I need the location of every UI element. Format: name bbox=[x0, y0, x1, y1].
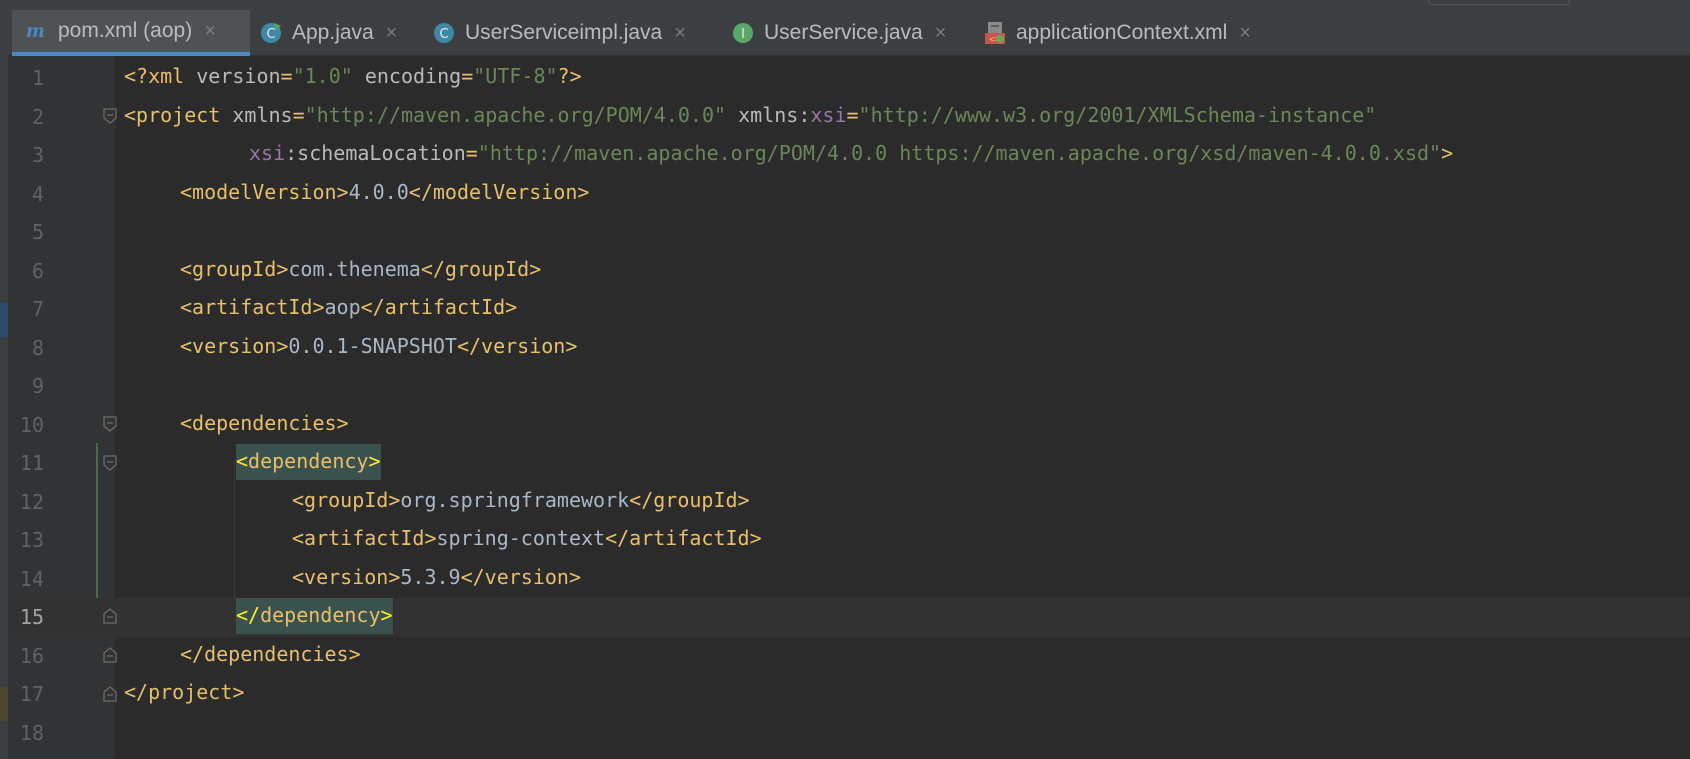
line-content: </project> bbox=[124, 680, 245, 704]
code-line: 7 <artifactId>aop</artifactId> bbox=[8, 290, 1690, 329]
tab-userservice-java[interactable]: I UserService.java × bbox=[732, 10, 972, 56]
tab-label: UserServiceimpl.java bbox=[465, 21, 663, 44]
line-number: 12 bbox=[19, 489, 44, 514]
line-content: <groupId>com.thenema</groupId> bbox=[180, 256, 542, 281]
line-content: <dependencies> bbox=[180, 410, 349, 435]
tab-app-java[interactable]: C App.java × bbox=[260, 10, 418, 56]
code-line: 10 <dependencies> bbox=[8, 406, 1690, 445]
line-number: 7 bbox=[31, 297, 44, 321]
line-number: 4 bbox=[31, 181, 44, 206]
spring-xml-icon: <> bbox=[984, 22, 1006, 45]
current-code-line: 15 </dependency> bbox=[8, 598, 1690, 637]
code-line: 12 <groupId>org.springframework</groupId… bbox=[8, 483, 1690, 522]
line-number: 10 bbox=[19, 412, 44, 437]
code-line: 9 bbox=[8, 367, 1690, 406]
java-class-icon: C bbox=[433, 22, 455, 44]
line-number: 9 bbox=[31, 374, 44, 398]
line-number: 3 bbox=[31, 143, 44, 167]
line-number: 13 bbox=[19, 528, 44, 552]
editor-tab-bar: m pom.xml (aop) × C App.java × C UserSer… bbox=[8, 0, 1690, 56]
matched-tag-highlight: </dependency> bbox=[236, 598, 393, 634]
tab-bar-overflow-edge bbox=[1428, 0, 1570, 5]
java-class-run-icon: C bbox=[260, 22, 282, 44]
code-line: 11 <dependency> bbox=[8, 444, 1690, 483]
svg-text:I: I bbox=[741, 27, 745, 42]
line-number: 5 bbox=[31, 220, 44, 244]
line-content: xsi:schemaLocation="http://maven.apache.… bbox=[249, 141, 1454, 165]
line-content: <artifactId>spring-context</artifactId> bbox=[292, 526, 762, 550]
code-line: 17 </project> bbox=[8, 675, 1690, 714]
line-content: <groupId>org.springframework</groupId> bbox=[292, 487, 750, 512]
close-icon[interactable]: × bbox=[674, 22, 686, 45]
line-number: 15 bbox=[19, 605, 44, 629]
line-number: 11 bbox=[19, 451, 44, 475]
line-number: 1 bbox=[31, 66, 44, 90]
fold-close-icon[interactable] bbox=[103, 608, 117, 624]
close-icon[interactable]: × bbox=[1239, 22, 1251, 45]
code-line: 4 <modelVersion>4.0.0</modelVersion> bbox=[8, 175, 1690, 214]
line-number: 16 bbox=[19, 643, 44, 668]
tab-label: App.java bbox=[292, 21, 374, 44]
code-line: 14 <version>5.3.9</version> bbox=[8, 560, 1690, 599]
close-icon[interactable]: × bbox=[386, 22, 398, 45]
java-interface-icon: I bbox=[732, 22, 754, 44]
tool-strip-marker bbox=[0, 687, 8, 721]
tab-label: applicationContext.xml bbox=[1016, 21, 1228, 44]
line-content: </dependencies> bbox=[180, 641, 361, 666]
code-line: 8 <version>0.0.1-SNAPSHOT</version> bbox=[8, 329, 1690, 368]
fold-open-icon[interactable] bbox=[103, 416, 117, 432]
line-number: 18 bbox=[19, 720, 44, 745]
line-content: <?xml version="1.0" encoding="UTF-8"?> bbox=[124, 64, 582, 88]
tool-strip-marker bbox=[0, 303, 8, 337]
fold-open-icon[interactable] bbox=[103, 455, 117, 471]
line-number: 14 bbox=[19, 566, 44, 591]
line-content: <artifactId>aop</artifactId> bbox=[180, 295, 518, 319]
svg-text:C: C bbox=[439, 27, 448, 42]
fold-close-icon[interactable] bbox=[103, 686, 117, 702]
tab-label: UserService.java bbox=[764, 21, 923, 44]
svg-text:C: C bbox=[266, 27, 275, 42]
code-line: 5 bbox=[8, 213, 1690, 252]
line-number: 8 bbox=[31, 335, 44, 360]
matched-tag-highlight: <dependency> bbox=[236, 444, 381, 480]
code-line: 16 </dependencies> bbox=[8, 637, 1690, 676]
line-content: <version>0.0.1-SNAPSHOT</version> bbox=[180, 333, 578, 358]
code-line: 2 <project xmlns="http://maven.apache.or… bbox=[8, 98, 1690, 137]
line-number: 17 bbox=[19, 682, 44, 706]
maven-icon: m bbox=[26, 20, 48, 42]
tab-userserviceimpl-java[interactable]: C UserServiceimpl.java × bbox=[433, 10, 713, 56]
line-number: 2 bbox=[31, 104, 44, 129]
left-tool-strip bbox=[0, 0, 8, 759]
svg-text:m: m bbox=[26, 21, 45, 42]
line-content: <version>5.3.9</version> bbox=[292, 564, 582, 589]
tab-label: pom.xml (aop) bbox=[58, 19, 193, 42]
close-icon[interactable]: × bbox=[935, 22, 947, 45]
code-line: 6 <groupId>com.thenema</groupId> bbox=[8, 252, 1690, 291]
fold-open-icon[interactable] bbox=[103, 108, 117, 124]
code-line: 13 <artifactId>spring-context</artifactI… bbox=[8, 521, 1690, 560]
tab-pom-xml[interactable]: m pom.xml (aop) × bbox=[12, 10, 250, 56]
fold-close-icon[interactable] bbox=[103, 647, 117, 663]
code-line: 18 bbox=[8, 714, 1690, 753]
code-line: 3 xsi:schemaLocation="http://maven.apach… bbox=[8, 136, 1690, 175]
line-content: <modelVersion>4.0.0</modelVersion> bbox=[180, 179, 590, 204]
line-content: <project xmlns="http://maven.apache.org/… bbox=[124, 102, 1377, 127]
tab-applicationcontext-xml[interactable]: <> applicationContext.xml × bbox=[984, 10, 1294, 56]
close-icon[interactable]: × bbox=[204, 20, 216, 43]
code-line: 1 <?xml version="1.0" encoding="UTF-8"?> bbox=[8, 59, 1690, 98]
line-number: 6 bbox=[31, 258, 44, 283]
